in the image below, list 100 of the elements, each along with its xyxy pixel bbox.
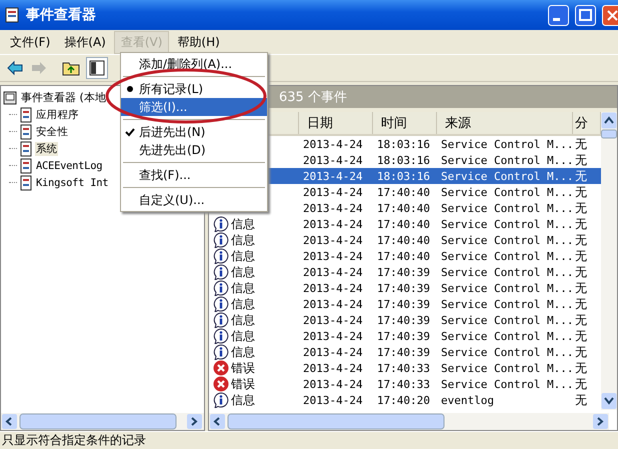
table-cell-text: 17:40:39 xyxy=(376,346,431,358)
table-cell: 错误 xyxy=(231,360,255,376)
info-icon xyxy=(213,344,229,360)
table-cell-text: 2013-4-24 xyxy=(302,314,364,326)
tree-item[interactable]: 安全性 xyxy=(35,124,70,138)
log-book-icon xyxy=(20,158,32,174)
event-row[interactable]: 信息 2013-4-24 17:40:20 eventlog 无 xyxy=(209,392,601,408)
table-cell-text: 17:40:40 xyxy=(376,186,431,198)
info-icon xyxy=(213,392,229,408)
menu-option[interactable]: 自定义(U)... xyxy=(121,191,267,209)
error-icon xyxy=(213,360,229,376)
table-cell-text: 无 xyxy=(574,280,588,296)
table-cell-text: 17:40:20 xyxy=(376,394,431,406)
table-cell-text: 18:03:16 xyxy=(376,170,431,182)
table-cell-text: Service Control M... xyxy=(440,298,573,310)
table-cell-text: Service Control M... xyxy=(440,250,573,262)
tree-item[interactable]: Kingsoft Int xyxy=(35,176,110,188)
back-arrow-icon[interactable] xyxy=(6,59,24,77)
tree-item[interactable]: 系统 xyxy=(35,142,58,156)
event-row[interactable]: 信息 2013-4-24 17:40:39 Service Control M...无 xyxy=(209,312,601,328)
table-cell-text: Service Control M... xyxy=(440,346,573,358)
table-cell: 信息 xyxy=(231,216,255,232)
log-icon xyxy=(4,7,20,23)
menu-option[interactable]: 筛选(I)... xyxy=(121,98,267,116)
horizontal-scrollbar[interactable] xyxy=(1,413,204,430)
info-icon xyxy=(213,216,229,232)
info-icon xyxy=(213,232,229,248)
horizontal-scrollbar[interactable] xyxy=(209,413,609,430)
table-cell: 信息 xyxy=(231,296,255,312)
column-header[interactable]: 日期 xyxy=(299,112,373,134)
column-header[interactable]: 时间 xyxy=(373,112,437,134)
table-cell-text: Service Control M... xyxy=(440,138,573,150)
window-title: 事件查看器 xyxy=(26,6,96,24)
event-row[interactable]: 信息 2013-4-24 17:40:39 Service Control M...无 xyxy=(209,280,601,296)
vertical-scrollbar[interactable] xyxy=(601,112,617,410)
table-cell: 信息 xyxy=(231,328,255,344)
table-cell-text: 17:40:33 xyxy=(376,362,431,374)
table-cell-text: 17:40:33 xyxy=(376,378,431,390)
menu-item[interactable]: 文件(F) xyxy=(4,32,56,52)
close-button[interactable] xyxy=(602,4,618,26)
table-cell-text: 17:40:40 xyxy=(376,250,431,262)
table-cell-text: 无 xyxy=(574,312,588,328)
table-cell-text: 17:40:39 xyxy=(376,298,431,310)
tree-item[interactable]: ACEEventLog xyxy=(35,160,104,172)
show-tree-icon[interactable] xyxy=(86,57,108,79)
table-cell-text: 17:40:40 xyxy=(376,218,431,230)
menu-option[interactable]: 所有记录(L) xyxy=(121,80,267,98)
table-cell-text: eventlog xyxy=(440,394,495,406)
log-book-icon xyxy=(20,140,32,156)
table-cell-text: 无 xyxy=(574,344,588,360)
table-cell-text: 无 xyxy=(574,376,588,392)
minimize-button[interactable] xyxy=(548,4,569,26)
event-row[interactable]: 信息 2013-4-24 17:40:40 Service Control M...无 xyxy=(209,216,601,232)
event-row[interactable]: 信息 2013-4-24 17:40:39 Service Control M...无 xyxy=(209,328,601,344)
table-cell-text: Service Control M... xyxy=(440,314,573,326)
table-cell-text: 无 xyxy=(574,216,588,232)
event-row[interactable]: 信息 2013-4-24 17:40:40 Service Control M...无 xyxy=(209,232,601,248)
event-row[interactable]: 错误 2013-4-24 17:40:33 Service Control M...无 xyxy=(209,360,601,376)
table-cell-text: Service Control M... xyxy=(440,234,573,246)
info-icon xyxy=(213,312,229,328)
event-row[interactable]: 错误 2013-4-24 17:40:33 Service Control M...无 xyxy=(209,376,601,392)
table-cell-text: 2013-4-24 xyxy=(302,330,364,342)
table-cell-text: 无 xyxy=(574,184,588,200)
event-row[interactable]: 信息 2013-4-24 17:40:39 Service Control M...无 xyxy=(209,264,601,280)
table-cell-text: 2013-4-24 xyxy=(302,234,364,246)
menu-item[interactable]: 操作(A) xyxy=(58,32,112,52)
table-cell-text: 17:40:40 xyxy=(376,202,431,214)
table-cell-text: Service Control M... xyxy=(440,170,573,182)
info-icon xyxy=(213,280,229,296)
status-text: 只显示符合指定条件的记录 xyxy=(2,432,146,449)
log-book-icon xyxy=(20,106,32,122)
table-cell-text: 17:40:40 xyxy=(376,234,431,246)
menu-option[interactable]: 添加/删除列(A)... xyxy=(121,55,267,73)
menu-option[interactable]: 后进先出(N) xyxy=(121,123,267,141)
column-header[interactable]: 来源 xyxy=(437,112,573,134)
table-cell-text: 无 xyxy=(574,264,588,280)
tree-item[interactable]: 事件查看器 (本地 xyxy=(20,90,107,105)
table-cell-text: 无 xyxy=(574,328,588,344)
tree-item[interactable]: 应用程序 xyxy=(35,108,80,122)
maximize-button[interactable] xyxy=(575,4,596,26)
table-cell-text: Service Control M... xyxy=(440,378,573,390)
event-row[interactable]: 信息 2013-4-24 17:40:40 Service Control M...无 xyxy=(209,248,601,264)
table-cell-text: 2013-4-24 xyxy=(302,202,364,214)
table-cell-text: Service Control M... xyxy=(440,282,573,294)
table-cell-text: 2013-4-24 xyxy=(302,186,364,198)
table-cell-text: 2013-4-24 xyxy=(302,170,364,182)
table-cell-text: 无 xyxy=(574,360,588,376)
table-cell-text: 无 xyxy=(574,392,588,408)
table-cell-text: 2013-4-24 xyxy=(302,138,364,150)
table-cell-text: Service Control M... xyxy=(440,202,573,214)
event-row[interactable]: 信息 2013-4-24 17:40:39 Service Control M...无 xyxy=(209,344,601,360)
table-cell-text: 2013-4-24 xyxy=(302,362,364,374)
menu-option[interactable]: 先进先出(D) xyxy=(121,141,267,159)
menu-item[interactable]: 帮助(H) xyxy=(171,32,226,52)
table-cell-text: 2013-4-24 xyxy=(302,266,364,278)
info-icon xyxy=(213,248,229,264)
event-row[interactable]: 信息 2013-4-24 17:40:39 Service Control M...无 xyxy=(209,296,601,312)
info-icon xyxy=(213,328,229,344)
table-cell: 信息 xyxy=(231,232,255,248)
table-cell: 信息 xyxy=(231,280,255,296)
